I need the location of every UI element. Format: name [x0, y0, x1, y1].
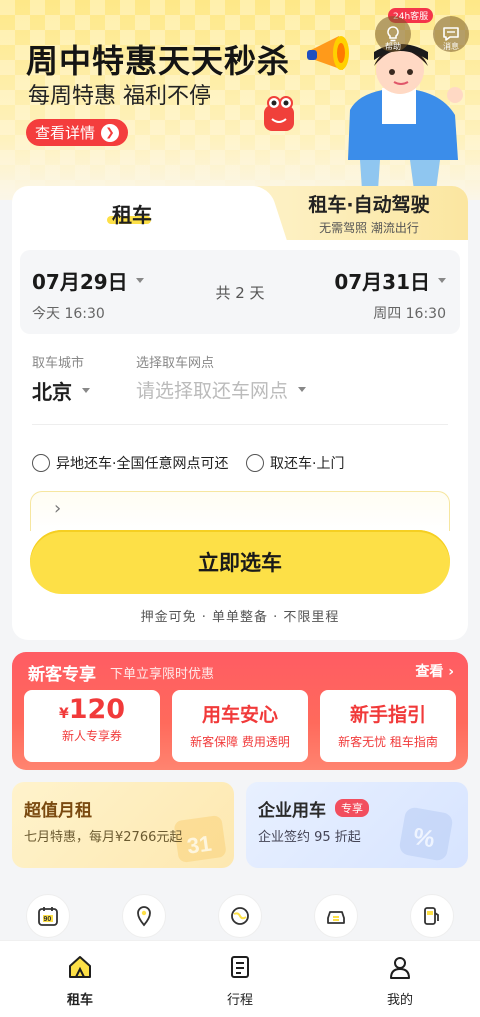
tab-autonomous[interactable]: 租车·自动驾驶 无需驾照 潮流出行 — [274, 190, 464, 236]
promo-banner[interactable]: 周中特惠天天秒杀 每周特惠 福利不停 查看详情 ❯ 24h客服 帮助 消息 — [0, 0, 480, 200]
profile-icon — [390, 957, 410, 979]
svg-text:90: 90 — [44, 916, 52, 923]
itinerary-icon — [231, 956, 249, 978]
pickup-time: 今天 16:30 — [32, 306, 105, 322]
view-more-label: 查看 — [415, 664, 444, 680]
select-car-button[interactable]: 立即选车 — [30, 530, 450, 594]
tab-autonomous-title: 租车·自动驾驶 — [308, 194, 430, 216]
coupon-desc: 新人专享券 — [61, 729, 122, 743]
chevron-right-icon: › — [448, 664, 454, 680]
tab-autonomous-subtitle: 无需驾照 潮流出行 — [319, 221, 419, 235]
arrow-right-icon: ❯ — [101, 123, 119, 142]
bottom-navigation: 租车 行程 我的 — [0, 940, 480, 1017]
option-one-way-label: 异地还车·全国任意网点可还 — [56, 456, 229, 472]
messages-label: 消息 — [443, 42, 459, 51]
station-placeholder: 请选择取还车网点 — [136, 380, 289, 402]
banner-subtitle: 每周特惠 福利不停 — [28, 84, 211, 109]
tab-rental-label: 租车 — [112, 202, 152, 227]
monthly-title: 超值月租 — [24, 801, 92, 821]
station-selector[interactable]: 请选择取还车网点 — [136, 376, 307, 403]
city-value: 北京 — [32, 380, 72, 404]
radio-button[interactable] — [32, 454, 50, 472]
return-date-picker[interactable]: 07月31日 周四 16:30 — [334, 266, 446, 323]
return-date: 07月31日 — [334, 270, 430, 294]
percent-decoration-icon: % — [399, 807, 453, 861]
exclusive-badge: 专享 — [335, 799, 369, 817]
nav-rental[interactable]: 租车 — [40, 953, 120, 1008]
radio-button[interactable] — [246, 454, 264, 472]
map-pin-icon[interactable] — [122, 894, 166, 938]
calendar-90-icon[interactable]: 90 — [26, 894, 70, 938]
option-door-label: 取还车·上门 — [270, 456, 345, 472]
chevron-right-icon: › — [54, 498, 62, 519]
corporate-card[interactable]: % 企业用车 专享 企业签约 95 折起 — [246, 782, 468, 868]
nav-itinerary[interactable]: 行程 — [200, 953, 280, 1008]
corporate-title: 企业用车 — [258, 801, 326, 821]
peace-of-mind-card[interactable]: 用车安心 新客保障 费用透明 — [172, 690, 308, 762]
peace-of-mind-desc: 新客保障 费用透明 — [190, 735, 290, 749]
city-selector[interactable]: 北京 — [32, 376, 90, 405]
beginner-guide-card[interactable]: 新手指引 新客无忧 租车指南 — [320, 690, 456, 762]
return-time: 周四 16:30 — [373, 306, 446, 322]
divider — [32, 424, 448, 425]
nav-itinerary-label: 行程 — [226, 993, 253, 1008]
new-customer-subtitle: 下单立享限时优惠 — [110, 667, 215, 682]
coupon-card[interactable]: ¥120 新人专享券 — [24, 690, 160, 762]
caret-down-icon — [82, 388, 90, 393]
monthly-desc: 七月特惠，每月¥2766元起 — [24, 830, 183, 845]
nav-profile-label: 我的 — [386, 993, 413, 1008]
station-label: 选择取车网点 — [136, 356, 215, 371]
new-customer-title: 新客专享 — [28, 665, 96, 685]
fuel-icon[interactable] — [410, 894, 454, 938]
booking-card: 租车 租车·自动驾驶 无需驾照 潮流出行 07月29日 今天 16:30 共 2… — [12, 186, 468, 640]
mascot-illustration — [348, 44, 463, 190]
nav-profile[interactable]: 我的 — [360, 953, 440, 1008]
view-details-label: 查看详情 — [34, 124, 95, 142]
peace-of-mind-title: 用车安心 — [201, 704, 278, 726]
coupon-amount: 120 — [68, 694, 126, 725]
red-toy-icon — [264, 96, 294, 131]
mode-tabs: 租车 租车·自动驾驶 无需驾照 潮流出行 — [12, 186, 468, 240]
shortcut-row: 90 — [0, 888, 480, 938]
select-car-label: 立即选车 — [198, 551, 282, 575]
beginner-guide-title: 新手指引 — [349, 704, 426, 726]
new-customer-section: 新客专享 下单立享限时优惠 查看 › ¥120 新人专享券 用车安心 新客保障 … — [12, 652, 468, 770]
home-car-icon — [69, 956, 91, 978]
view-more-link[interactable]: 查看 › — [415, 661, 454, 681]
features-text: 押金可免 · 单单整备 · 不限里程 — [140, 610, 340, 625]
view-details-button[interactable]: 查看详情 ❯ — [26, 119, 128, 146]
globe-icon[interactable] — [218, 894, 262, 938]
monthly-rental-card[interactable]: 31 超值月租 七月特惠，每月¥2766元起 — [12, 782, 234, 868]
help-label: 帮助 — [385, 42, 401, 51]
tab-rental[interactable]: 租车 — [12, 186, 252, 240]
date-selector: 07月29日 今天 16:30 共 2 天 07月31日 周四 16:30 — [20, 250, 460, 334]
promo-strip[interactable] — [30, 491, 450, 531]
currency-symbol: ¥ — [58, 706, 69, 722]
car-swap-icon[interactable] — [314, 894, 358, 938]
caret-down-icon — [298, 387, 307, 392]
option-door-delivery[interactable]: 取还车·上门 — [246, 453, 344, 473]
city-label: 取车城市 — [32, 356, 85, 371]
calendar-decoration-number: 31 — [185, 831, 213, 859]
caret-down-icon — [438, 278, 446, 283]
banner-title: 周中特惠天天秒杀 — [26, 42, 291, 80]
option-one-way-return[interactable]: 异地还车·全国任意网点可还 — [32, 453, 228, 473]
nav-rental-label: 租车 — [66, 993, 93, 1008]
corporate-desc: 企业签约 95 折起 — [258, 830, 361, 845]
beginner-guide-desc: 新客无忧 租车指南 — [338, 735, 438, 749]
